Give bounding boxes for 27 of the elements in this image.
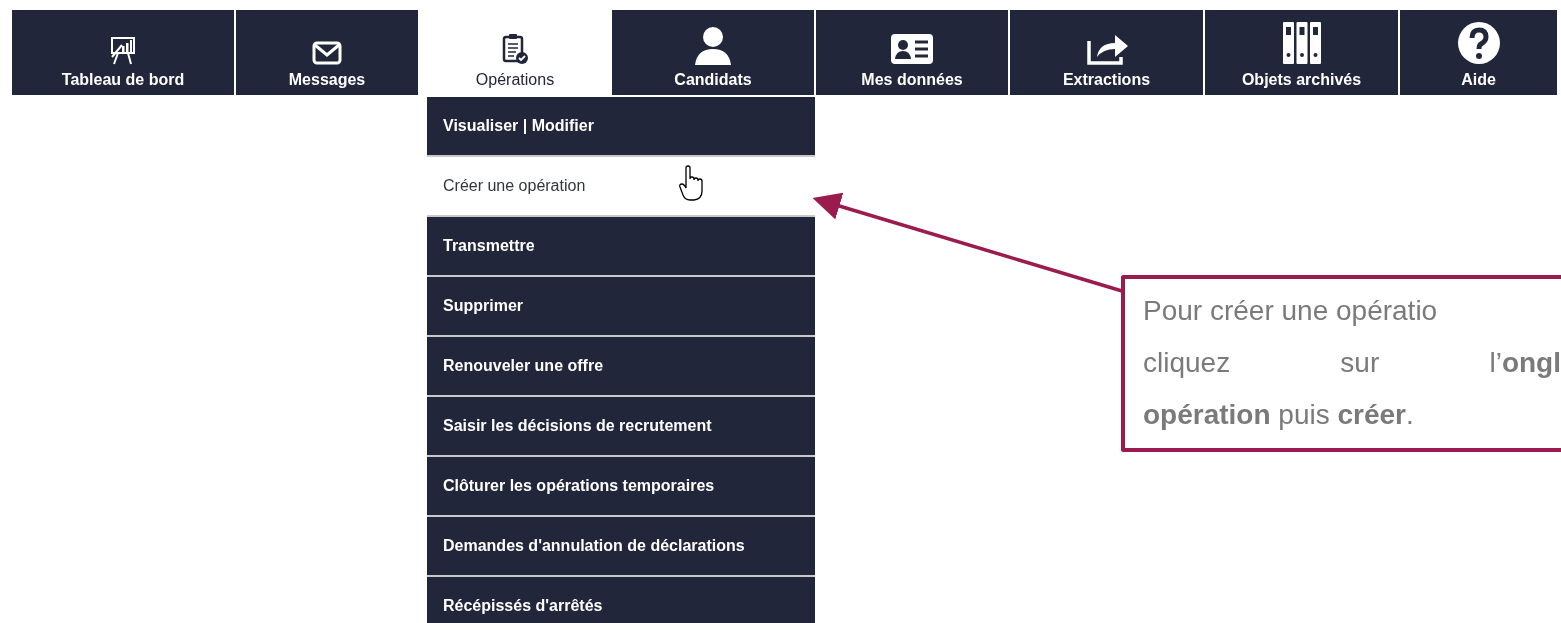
id-card-icon — [890, 33, 934, 65]
nav-tab[interactable]: Candidats — [612, 10, 816, 95]
binders-icon — [1281, 21, 1322, 65]
presentation-chart-icon — [110, 37, 136, 65]
callout-text: Pour créer une opératio — [1143, 294, 1439, 328]
nav-tab[interactable]: Messages — [236, 10, 420, 95]
menu-item[interactable]: Créer une opération — [427, 157, 815, 215]
nav-tab[interactable]: Mes données — [816, 10, 1010, 95]
envelope-icon — [312, 41, 342, 65]
nav-tab[interactable]: Objets archivés — [1205, 10, 1400, 95]
help-icon — [1456, 21, 1501, 65]
hand-cursor-icon — [679, 165, 703, 201]
callout-text: cliquez sur l’ongl — [1143, 346, 1561, 380]
nav-tab[interactable]: Aide — [1400, 10, 1559, 95]
clipboard-check-icon — [501, 33, 529, 65]
callout-text: opération puis créer. — [1143, 398, 1415, 432]
nav-tab[interactable]: Extractions — [1010, 10, 1205, 95]
menu-item[interactable]: Saisir les décisions de recrutement — [427, 397, 815, 455]
person-icon — [693, 25, 733, 65]
menu-item[interactable]: Renouveler une offre — [427, 337, 815, 395]
menu-item[interactable]: Transmettre — [427, 217, 815, 275]
menu-item[interactable]: Visualiser | Modifier — [427, 97, 815, 155]
nav-tab[interactable]: Tableau de bord — [12, 10, 236, 95]
menu-item[interactable]: Demandes d'annulation de déclarations — [427, 517, 815, 575]
menu-item[interactable]: Clôturer les opérations temporaires — [427, 457, 815, 515]
menu-item[interactable]: Supprimer — [427, 277, 815, 335]
menu-item[interactable]: Récépissés d'arrêtés — [427, 577, 815, 623]
